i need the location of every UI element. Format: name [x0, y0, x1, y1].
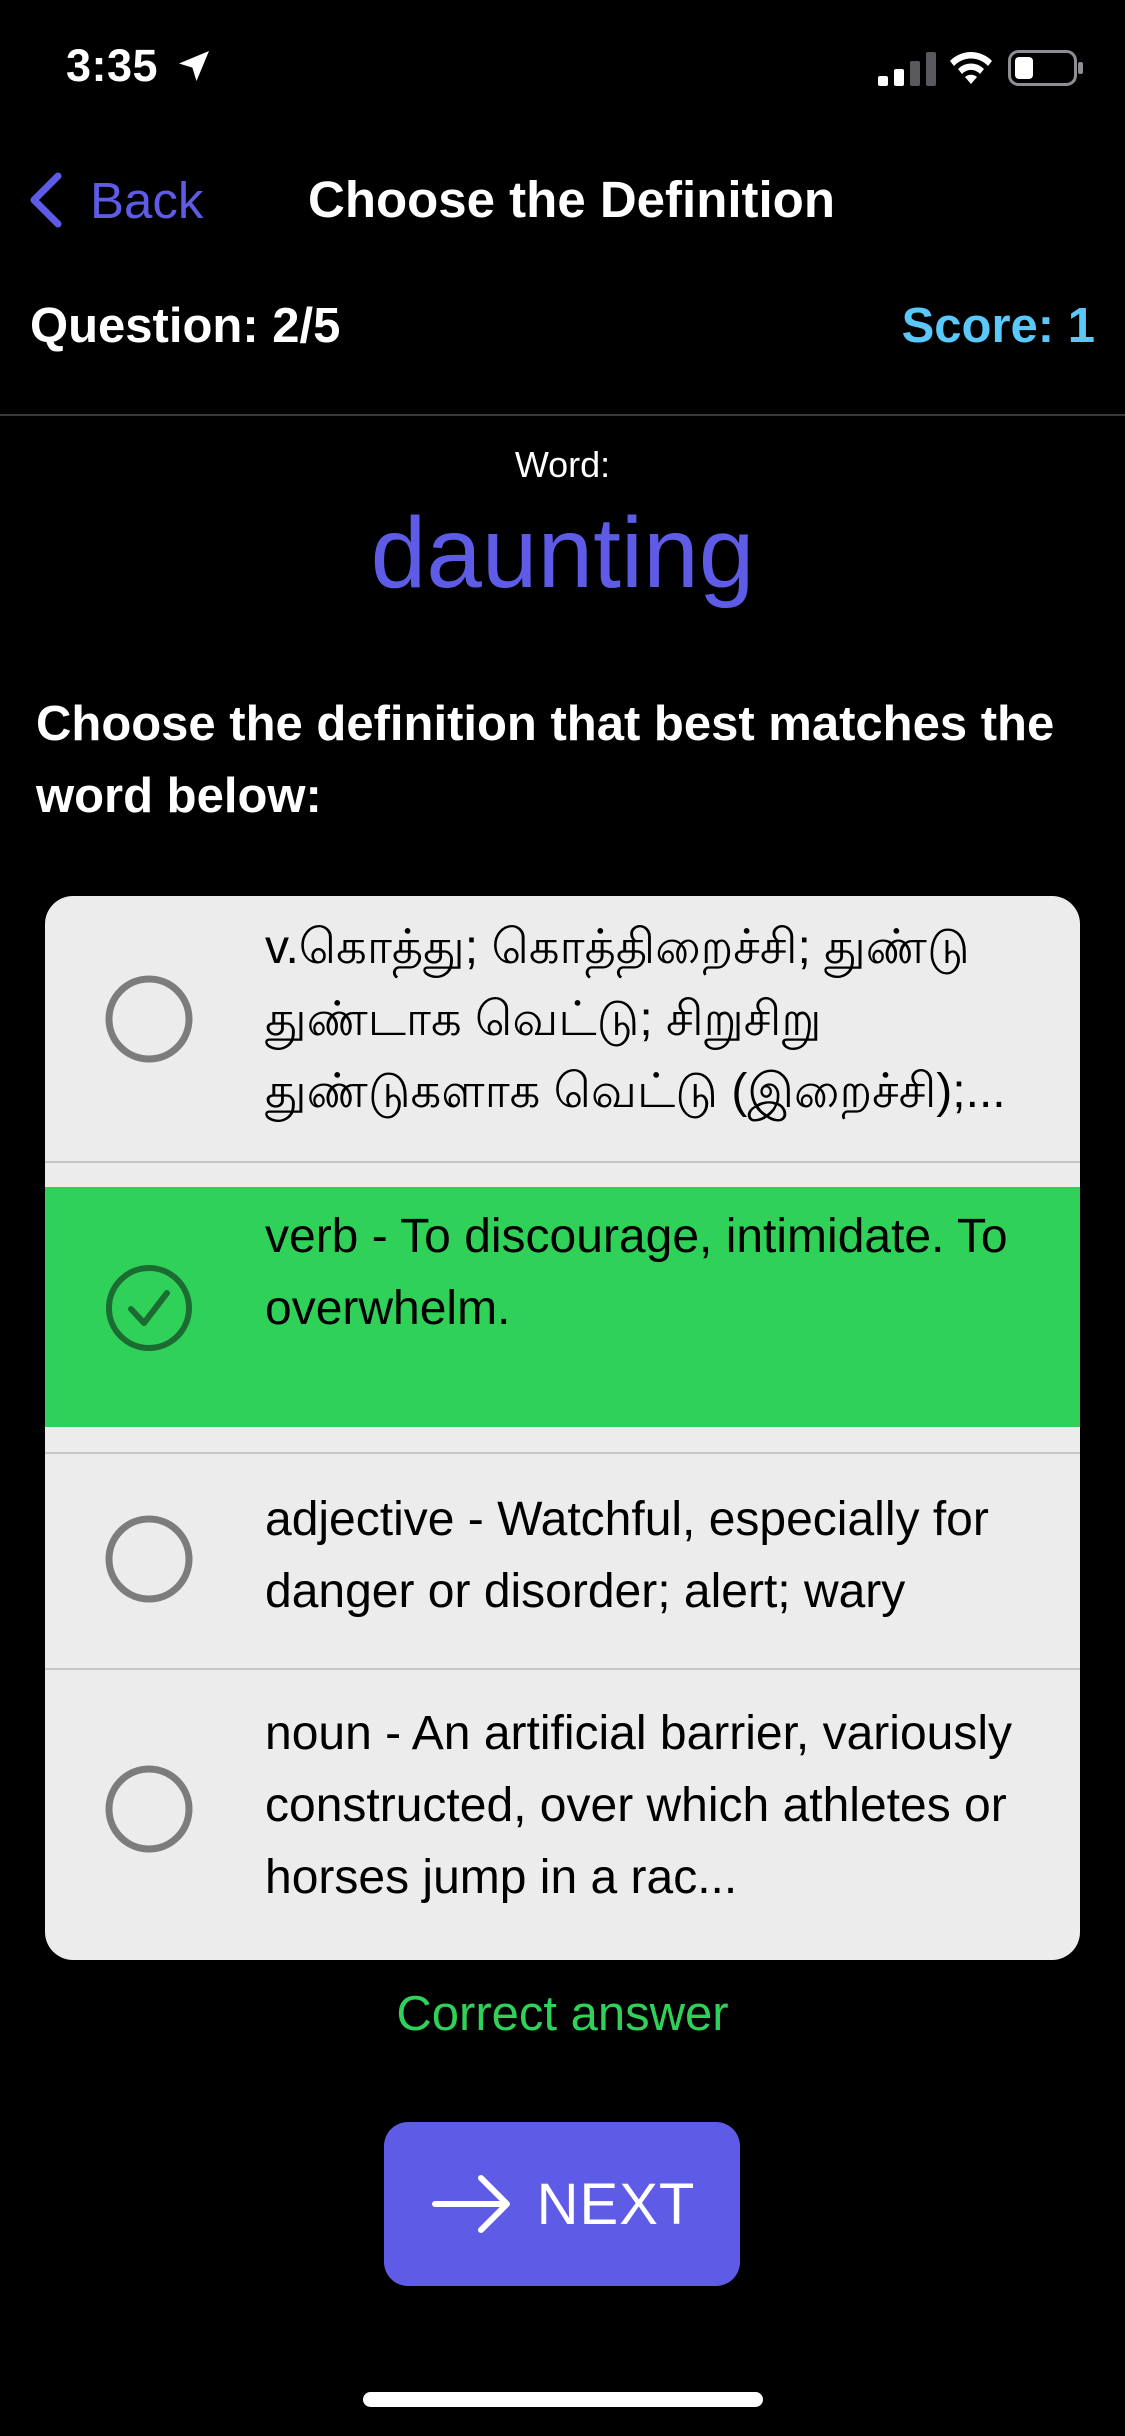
radio-unselected-icon: [105, 1515, 193, 1603]
checkmark-circle-icon: [106, 1265, 192, 1351]
instruction-text: Choose the definition that best matches …: [36, 697, 1055, 823]
feedback-text: Correct answer: [396, 1987, 729, 2041]
arrow-right-icon: [431, 2175, 510, 2233]
word-value: daunting: [370, 497, 755, 609]
question-counter: Question: 2/5: [30, 299, 341, 353]
option-1[interactable]: v.கொத்து; கொத்திறைச்சி; துண்டு துண்டாக வ…: [45, 896, 1080, 1161]
option-divider: [45, 1161, 1080, 1163]
radio-unselected-icon: [105, 1765, 193, 1853]
options-list: v.கொத்து; கொத்திறைச்சி; துண்டு துண்டாக வ…: [45, 896, 1080, 1960]
back-label: Back: [90, 171, 204, 229]
option-3[interactable]: adjective - Watchful, especially for dan…: [45, 1454, 1080, 1664]
option-text: v.கொத்து; கொத்திறைச்சி; துண்டு துண்டாக வ…: [265, 921, 1006, 1118]
next-button[interactable]: NEXT: [384, 2122, 740, 2286]
header-divider: [0, 414, 1125, 416]
cellular-signal-icon: [878, 52, 936, 86]
option-text: verb - To discourage, intimidate. To ove…: [265, 1210, 1008, 1335]
status-time: 3:35: [66, 40, 159, 91]
page-title: Choose the Definition: [308, 171, 835, 228]
back-button[interactable]: Back: [26, 165, 203, 235]
word-caption: Word:: [514, 444, 611, 485]
option-4[interactable]: noun - An artificial barrier, variously …: [45, 1670, 1080, 1960]
option-text: adjective - Watchful, especially for dan…: [265, 1493, 989, 1618]
option-text: noun - An artificial barrier, variously …: [265, 1707, 1012, 1904]
wifi-icon: [950, 52, 992, 84]
home-indicator[interactable]: [363, 2392, 763, 2407]
battery-icon: [1008, 50, 1083, 86]
radio-unselected-icon: [105, 975, 193, 1063]
location-arrow-icon: [179, 51, 209, 81]
next-label: NEXT: [536, 2171, 696, 2237]
option-2[interactable]: verb - To discourage, intimidate. To ove…: [45, 1187, 1080, 1427]
score-counter: Score: 1: [901, 299, 1095, 353]
chevron-left-icon: [30, 172, 62, 228]
status-bar: 3:35: [0, 0, 1125, 132]
